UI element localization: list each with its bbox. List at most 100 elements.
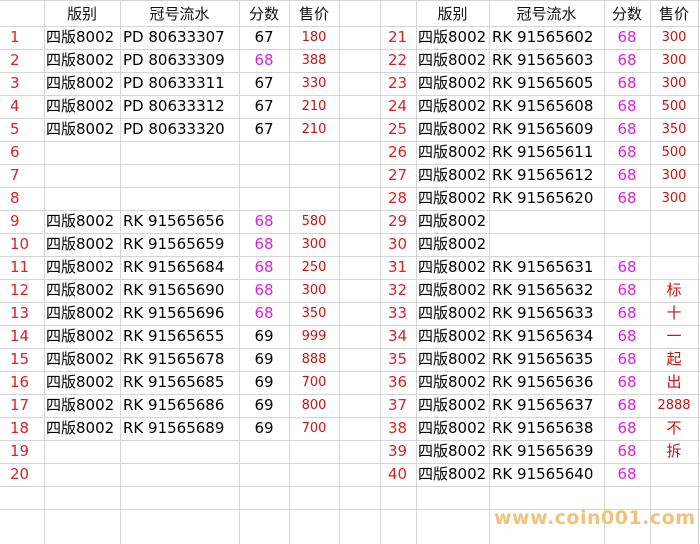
score-cell: 67 xyxy=(254,120,274,138)
row-number: 26 xyxy=(388,143,408,161)
score-cell xyxy=(604,233,650,256)
price-cell: 300 xyxy=(661,30,687,45)
version-cell: 四版8002 xyxy=(418,189,487,207)
serial-cell: RK 91565638 xyxy=(492,419,594,437)
version-cell: 四版8002 xyxy=(418,304,487,322)
serial-cell: RK 91565655 xyxy=(123,327,225,345)
serial-cell: PD 80633309 xyxy=(123,51,225,69)
price-cell xyxy=(650,463,698,486)
version-cell: 四版8002 xyxy=(418,396,487,414)
version-cell: 四版8002 xyxy=(46,304,115,322)
score-cell: 69 xyxy=(254,327,274,345)
price-cell: 330 xyxy=(301,76,327,91)
version-cell: 四版8002 xyxy=(418,258,487,276)
version-cell: 四版8002 xyxy=(46,419,115,437)
score-cell: 68 xyxy=(254,304,274,322)
serial-cell: RK 91565636 xyxy=(492,373,594,391)
row-number: 33 xyxy=(388,304,408,322)
header-price-left: 售价 xyxy=(298,5,329,23)
score-cell: 68 xyxy=(617,258,637,276)
spreadsheet: 版别 冠号流水 分数 售价 版别 冠号流水 分数 售价 1 四版8002 PD 80… xyxy=(0,0,700,544)
serial-cell: RK 91565602 xyxy=(492,28,594,46)
row-number: 30 xyxy=(388,235,408,253)
version-cell: 四版8002 xyxy=(46,281,115,299)
row-number: 21 xyxy=(388,28,408,46)
price-cell: 888 xyxy=(301,352,327,367)
score-cell: 68 xyxy=(617,442,637,460)
row-number: 12 xyxy=(10,281,30,299)
price-cell: 250 xyxy=(301,260,327,275)
price-cell: 580 xyxy=(301,214,327,229)
row-number: 8 xyxy=(10,189,20,207)
row-number: 39 xyxy=(388,442,408,460)
price-cell xyxy=(650,256,698,279)
price-cell xyxy=(289,463,339,486)
version-cell: 四版8002 xyxy=(46,327,115,345)
score-cell: 68 xyxy=(617,419,637,437)
price-cell: 210 xyxy=(301,99,327,114)
price-cell: 500 xyxy=(661,145,687,160)
version-cell: 四版8002 xyxy=(418,97,487,115)
header-version-left: 版别 xyxy=(66,5,97,23)
version-cell xyxy=(44,164,120,187)
price-cell: 350 xyxy=(661,122,687,137)
price-cell xyxy=(650,233,698,256)
price-cell: 标 xyxy=(666,281,682,299)
version-cell: 四版8002 xyxy=(46,350,115,368)
serial-cell: RK 91565640 xyxy=(492,465,594,483)
row-number: 17 xyxy=(10,396,30,414)
serial-cell: PD 80633307 xyxy=(123,28,225,46)
version-cell: 四版8002 xyxy=(418,74,487,92)
score-cell: 68 xyxy=(254,258,274,276)
score-cell: 68 xyxy=(617,51,637,69)
price-cell xyxy=(650,210,698,233)
serial-cell: RK 91565634 xyxy=(492,327,594,345)
version-cell: 四版8002 xyxy=(46,97,115,115)
score-cell: 68 xyxy=(617,281,637,299)
score-cell: 67 xyxy=(254,28,274,46)
row-number: 31 xyxy=(388,258,408,276)
serial-cell xyxy=(120,463,239,486)
score-cell: 68 xyxy=(254,51,274,69)
serial-cell: PD 80633320 xyxy=(123,120,225,138)
row-number: 28 xyxy=(388,189,408,207)
serial-cell: RK 91565632 xyxy=(492,281,594,299)
score-cell: 67 xyxy=(254,97,274,115)
row-number: 11 xyxy=(10,258,30,276)
version-cell: 四版8002 xyxy=(418,235,487,253)
serial-cell: RK 91565611 xyxy=(492,143,594,161)
price-cell: 300 xyxy=(661,191,687,206)
row-number: 35 xyxy=(388,350,408,368)
grid-line-horizontal xyxy=(0,0,700,1)
serial-cell: RK 91565656 xyxy=(123,212,225,230)
version-cell xyxy=(44,141,120,164)
row-number: 23 xyxy=(388,74,408,92)
price-cell: 十 xyxy=(666,304,682,322)
score-cell: 69 xyxy=(254,419,274,437)
serial-cell: RK 91565635 xyxy=(492,350,594,368)
price-cell: 拆 xyxy=(666,442,682,460)
version-cell: 四版8002 xyxy=(418,465,487,483)
score-cell: 68 xyxy=(617,120,637,138)
score-cell: 68 xyxy=(617,350,637,368)
row-number: 37 xyxy=(388,396,408,414)
score-cell: 68 xyxy=(617,143,637,161)
score-cell xyxy=(239,141,289,164)
watermark: www.coin001.com xyxy=(494,507,696,529)
version-cell: 四版8002 xyxy=(418,350,487,368)
version-cell: 四版8002 xyxy=(418,442,487,460)
version-cell: 四版8002 xyxy=(46,373,115,391)
price-cell: 500 xyxy=(661,99,687,114)
price-cell xyxy=(289,440,339,463)
row-number: 24 xyxy=(388,97,408,115)
version-cell: 四版8002 xyxy=(418,51,487,69)
serial-cell xyxy=(120,141,239,164)
price-cell: 300 xyxy=(661,76,687,91)
serial-cell: RK 91565689 xyxy=(123,419,225,437)
serial-cell: RK 91565612 xyxy=(492,166,594,184)
version-cell: 四版8002 xyxy=(418,419,487,437)
price-cell: 388 xyxy=(301,53,327,68)
row-number: 3 xyxy=(10,74,20,92)
serial-cell: PD 80633311 xyxy=(123,74,225,92)
score-cell: 69 xyxy=(254,396,274,414)
